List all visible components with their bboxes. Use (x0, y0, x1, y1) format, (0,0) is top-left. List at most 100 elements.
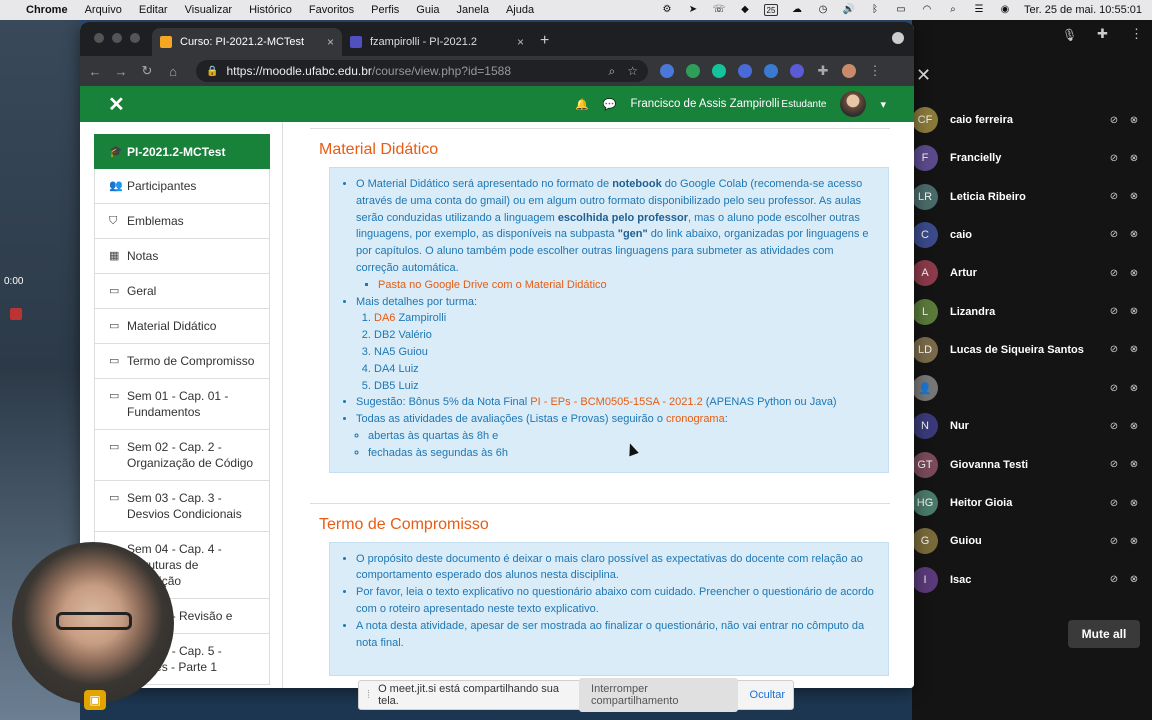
profile-avatar[interactable] (842, 64, 856, 78)
mic-off-icon[interactable]: ⊗ (1128, 498, 1140, 509)
participant-row[interactable]: Ccaio ⊘ ⊗ (912, 216, 1152, 254)
reload-icon[interactable]: ↻ (140, 63, 154, 79)
drag-handle-icon[interactable]: ⁞ (367, 689, 370, 701)
participant-row[interactable]: A Artur ⊘ ⊗ (912, 254, 1152, 292)
menu-editar[interactable]: Editar (139, 4, 168, 16)
drawer-close-button[interactable]: ✕ (108, 92, 125, 117)
window-minimize-icon[interactable] (112, 33, 122, 43)
menu-perfis[interactable]: Perfis (371, 4, 399, 16)
hide-button[interactable]: Ocultar (750, 689, 785, 701)
avatar[interactable] (840, 91, 867, 117)
participant-row[interactable]: HG Heitor Gioia ⊘ ⊗ (912, 484, 1152, 522)
camera-off-icon[interactable]: ⊘ (1108, 306, 1120, 317)
sidebar-item[interactable]: ▭ Sem 03 - Cap. 3 - Desvios Condicionais (94, 481, 270, 532)
shield-ext-icon[interactable] (738, 64, 752, 78)
forward-icon[interactable]: → (114, 64, 128, 79)
participant-row[interactable]: G Guiou ⊘ ⊗ (912, 522, 1152, 560)
tab-search-icon[interactable] (892, 32, 904, 44)
eps-link[interactable]: PI - EPs - BCM0505-15SA - 2021.2 (530, 396, 702, 408)
mic-off-icon[interactable]: ⊗ (1128, 306, 1140, 317)
star-ext-icon[interactable] (790, 64, 804, 78)
mic-off-icon[interactable]: ⊗ (1128, 153, 1140, 164)
extensions-icon[interactable]: ✚ (1097, 26, 1108, 42)
camera-off-icon[interactable]: ⊘ (1108, 574, 1120, 585)
menu-visualizar[interactable]: Visualizar (185, 4, 233, 16)
camera-off-icon[interactable]: ⊘ (1108, 383, 1120, 394)
grammarly-ext-icon[interactable] (712, 64, 726, 78)
participant-row[interactable]: LD Lucas de Siqueira Santos ⊘ ⊗ (912, 331, 1152, 369)
sidebar-item[interactable]: ▦ Notas (94, 239, 270, 274)
tab-close-icon[interactable]: × (517, 35, 524, 49)
gear-icon[interactable]: ⚙ (660, 4, 674, 16)
cronograma-link[interactable]: cronograma (666, 413, 725, 425)
turma-link[interactable]: DA6 (374, 312, 395, 324)
address-bar[interactable]: 🔒 https://moodle.ufabc.edu.br /course/vi… (196, 60, 648, 82)
mic-off-icon[interactable]: ⊗ (1128, 268, 1140, 279)
mic-off-icon[interactable]: ⊗ (1128, 115, 1140, 126)
bell-icon[interactable]: 🔔 (575, 98, 589, 111)
menu-ajuda[interactable]: Ajuda (506, 4, 534, 16)
participant-row[interactable]: LR Leticia Ribeiro ⊘ ⊗ (912, 178, 1152, 216)
participant-row[interactable]: 👤 ⊘ ⊗ (912, 369, 1152, 407)
tab-fzampirolli[interactable]: fzampirolli - PI-2021.2 × (342, 28, 532, 56)
mic-off-icon[interactable]: ⊗ (1128, 421, 1140, 432)
camera-off-icon[interactable]: ⊘ (1108, 536, 1120, 547)
tab-curso[interactable]: Curso: PI-2021.2-MCTest × (152, 28, 342, 56)
mic-off-icon[interactable]: ⊗ (1128, 383, 1140, 394)
record-stop-icon[interactable] (10, 308, 22, 320)
close-icon[interactable]: ✕ (916, 65, 931, 86)
chevron-down-icon[interactable]: ▾ (880, 98, 886, 111)
section-title-termo[interactable]: Termo de Compromisso (319, 516, 890, 534)
camera-off-icon[interactable]: ⊘ (1108, 115, 1120, 126)
participant-row[interactable]: GT Giovanna Testi ⊘ ⊗ (912, 446, 1152, 484)
bluetooth-icon[interactable]: ᛒ (868, 4, 882, 16)
more-options-icon[interactable]: ⋮ (1130, 26, 1143, 42)
wifi-icon[interactable]: ◠ (920, 4, 934, 16)
sidebar-course-home[interactable]: 🎓 PI-2021.2-MCTest (94, 134, 270, 169)
time-machine-icon[interactable]: ◷ (816, 4, 830, 16)
mute-all-button[interactable]: Mute all (1068, 620, 1140, 648)
camera-off-icon[interactable]: ⊘ (1108, 459, 1120, 470)
camera-off-icon[interactable]: ⊘ (1108, 229, 1120, 240)
drive-ext-icon[interactable] (686, 64, 700, 78)
stop-sharing-button[interactable]: Interromper compartilhamento (579, 678, 738, 712)
camera-off-icon[interactable]: ⊘ (1108, 153, 1120, 164)
siri-icon[interactable]: ◉ (998, 4, 1012, 16)
cloud-icon[interactable]: ☁ (790, 4, 804, 16)
new-tab-button[interactable]: + (540, 32, 549, 50)
camera-off-icon[interactable]: ⊘ (1108, 268, 1120, 279)
battery-icon[interactable]: ▭ (894, 4, 908, 16)
participant-row[interactable]: N Nur ⊘ ⊗ (912, 407, 1152, 445)
chat-icon[interactable]: 💬 (603, 98, 617, 111)
drive-folder-link[interactable]: Pasta no Google Drive com o Material Did… (378, 279, 607, 291)
menu-janela[interactable]: Janela (457, 4, 489, 16)
camera-off-icon[interactable]: ⊘ (1108, 498, 1120, 509)
sidebar-item[interactable]: ▭ Geral (94, 274, 270, 309)
microphone-icon[interactable]: 🎙 (1062, 28, 1077, 42)
participant-row[interactable]: CF caio ferreira ⊘ ⊗ (912, 101, 1152, 139)
volume-icon[interactable]: 🔊 (842, 4, 856, 16)
home-icon[interactable]: ⌂ (166, 64, 180, 79)
sidebar-item[interactable]: 👥 Participantes (94, 169, 270, 204)
clock[interactable]: Ter. 25 de mai. 10:55:01 (1024, 4, 1142, 16)
section-title-material[interactable]: Material Didático (319, 141, 890, 159)
camera-off-icon[interactable]: ⊘ (1108, 344, 1120, 355)
pen-ext-icon[interactable] (764, 64, 778, 78)
window-close-icon[interactable] (94, 33, 104, 43)
mic-off-icon[interactable]: ⊗ (1128, 536, 1140, 547)
translate-ext-icon[interactable] (660, 64, 674, 78)
sidebar-item[interactable]: ⛉ Emblemas (94, 204, 270, 239)
sidebar-item[interactable]: ▭ Material Didático (94, 309, 270, 344)
menu-app-chrome[interactable]: Chrome (26, 4, 68, 16)
mic-off-icon[interactable]: ⊗ (1128, 191, 1140, 202)
camera-toggle-icon[interactable]: ▣ (84, 690, 106, 710)
webcam-bubble[interactable] (12, 542, 174, 704)
chrome-menu-icon[interactable]: ⋮ (868, 63, 882, 79)
mic-off-icon[interactable]: ⊗ (1128, 229, 1140, 240)
telegram-icon[interactable]: ➤ (686, 4, 700, 16)
window-zoom-icon[interactable] (130, 33, 140, 43)
menu-historico[interactable]: Histórico (249, 4, 292, 16)
menu-guia[interactable]: Guia (416, 4, 439, 16)
camera-off-icon[interactable]: ⊘ (1108, 191, 1120, 202)
mic-off-icon[interactable]: ⊗ (1128, 344, 1140, 355)
